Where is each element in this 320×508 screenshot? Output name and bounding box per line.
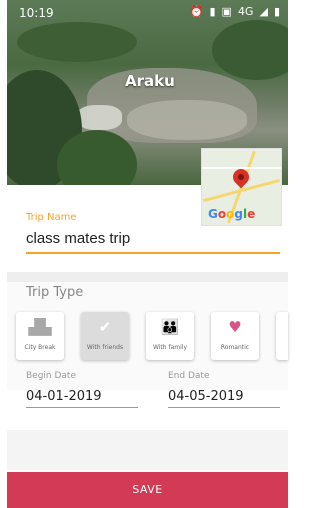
status-time: 10:19 — [19, 6, 54, 20]
begin-date-label: Begin Date — [26, 371, 77, 381]
destination-title: Araku — [125, 72, 175, 90]
trip-type-label-with-family: With family — [152, 344, 188, 351]
status-icons: ⏰ ▮ ▣ 4G ◢ ▮ — [190, 5, 280, 18]
location-map-thumbnail[interactable]: Google — [201, 148, 282, 226]
trip-type-with-family[interactable]: 👪 With family — [146, 312, 194, 360]
end-date-field[interactable]: 04-05-2019 — [168, 389, 244, 404]
end-date-underline — [168, 407, 280, 408]
trip-type-label: Trip Type — [26, 285, 84, 300]
empty-band — [7, 430, 288, 470]
vibrate-icon: ▮ — [209, 5, 216, 18]
heart-icon: ♥ — [228, 318, 242, 336]
trip-type-label-city-break: City Break — [24, 344, 56, 351]
status-bar: 10:19 ⏰ ▮ ▣ 4G ◢ ▮ — [7, 0, 288, 28]
photo-foliage — [212, 20, 288, 80]
photo-water — [77, 105, 122, 130]
battery-icon: ▮ — [273, 5, 280, 18]
family-icon: 👪 — [160, 318, 180, 336]
section-divider — [7, 272, 288, 282]
trip-type-with-friends[interactable]: ✔ With friends — [81, 312, 129, 360]
begin-date-field[interactable]: 04-01-2019 — [26, 389, 102, 404]
save-button[interactable]: SAVE — [7, 472, 288, 508]
begin-date-underline — [26, 407, 138, 408]
city-icon: ▟▙ — [28, 318, 52, 336]
photo-rocks — [127, 100, 247, 140]
4g-icon: 4G — [237, 5, 254, 18]
trip-type-city-break[interactable]: ▟▙ City Break — [16, 312, 64, 360]
trip-name-input[interactable] — [26, 230, 280, 247]
end-date-label: End Date — [168, 371, 210, 381]
alarm-icon: ⏰ — [189, 5, 204, 18]
photo-foliage — [17, 22, 137, 62]
trip-type-label-with-friends: With friends — [86, 344, 124, 351]
trip-name-label: Trip Name — [26, 212, 77, 223]
signal-icon: ◢ — [259, 5, 268, 18]
friends-icon: ✔ — [98, 318, 112, 336]
trip-type-next-partial[interactable] — [276, 312, 288, 360]
trip-type-label-romantic: Romantic — [220, 344, 250, 351]
volte-icon: ▣ — [221, 5, 232, 18]
trip-type-romantic[interactable]: ♥ Romantic — [211, 312, 259, 360]
google-logo: Google — [208, 207, 256, 221]
trip-name-underline — [26, 252, 280, 254]
